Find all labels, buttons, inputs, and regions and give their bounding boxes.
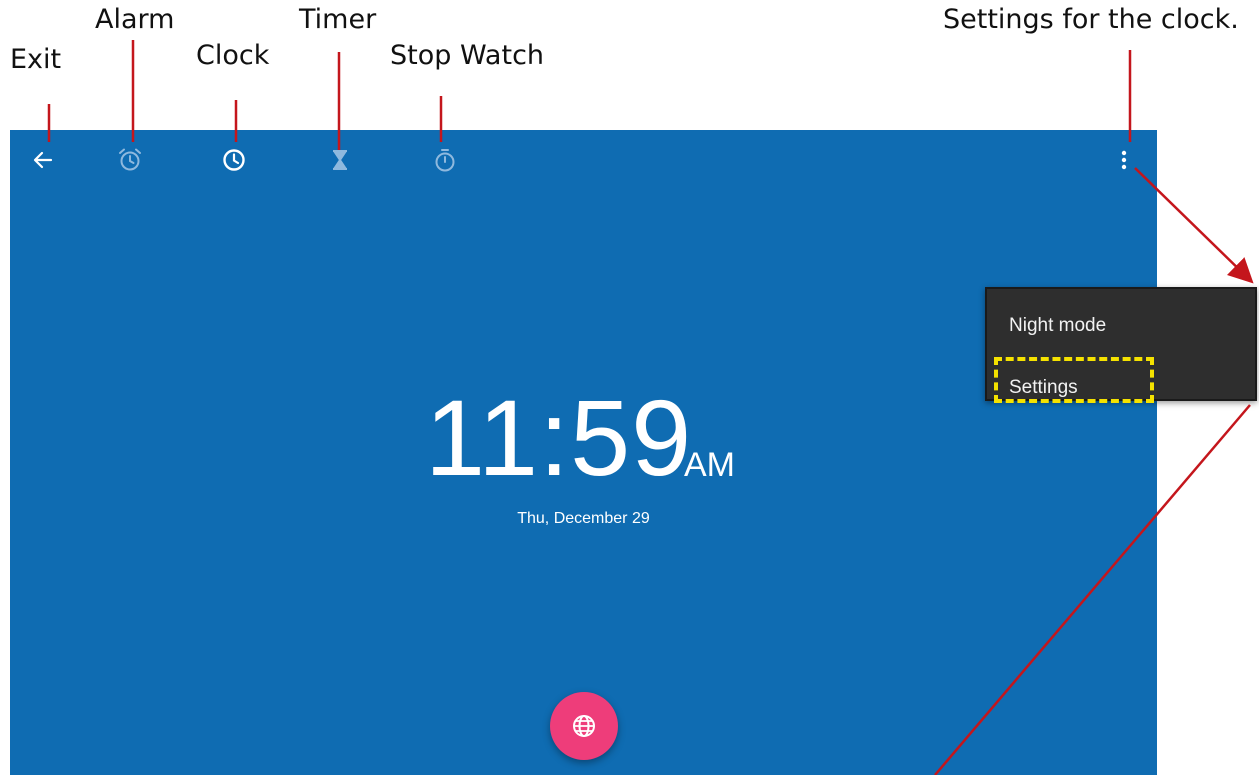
- clock-time: 11:59: [425, 377, 693, 498]
- more-vert-icon[interactable]: [1116, 146, 1132, 174]
- menu-item-night-mode[interactable]: Night mode: [1009, 315, 1106, 337]
- stopwatch-icon[interactable]: [431, 146, 459, 174]
- annotation-stopwatch-label: Stop Watch: [390, 40, 545, 71]
- globe-icon: [573, 715, 595, 737]
- annotation-exit-label: Exit: [10, 44, 62, 75]
- hourglass-icon[interactable]: [326, 146, 354, 174]
- clock-icon[interactable]: [220, 146, 248, 174]
- annotation-settings-label: Settings for the clock.: [943, 4, 1239, 35]
- arrow-left-icon[interactable]: [29, 146, 57, 174]
- clock-app-screen: 11:59 AM Thu, December 29: [10, 130, 1157, 775]
- annotation-alarm-label: Alarm: [95, 4, 175, 35]
- settings-highlight-box: [994, 357, 1154, 403]
- clock-date: Thu, December 29: [517, 510, 650, 527]
- world-clock-button[interactable]: [550, 692, 618, 760]
- alarm-icon[interactable]: [116, 146, 144, 174]
- annotation-clock-label: Clock: [196, 40, 270, 71]
- annotation-timer-label: Timer: [299, 4, 377, 35]
- clock-ampm: AM: [684, 446, 735, 484]
